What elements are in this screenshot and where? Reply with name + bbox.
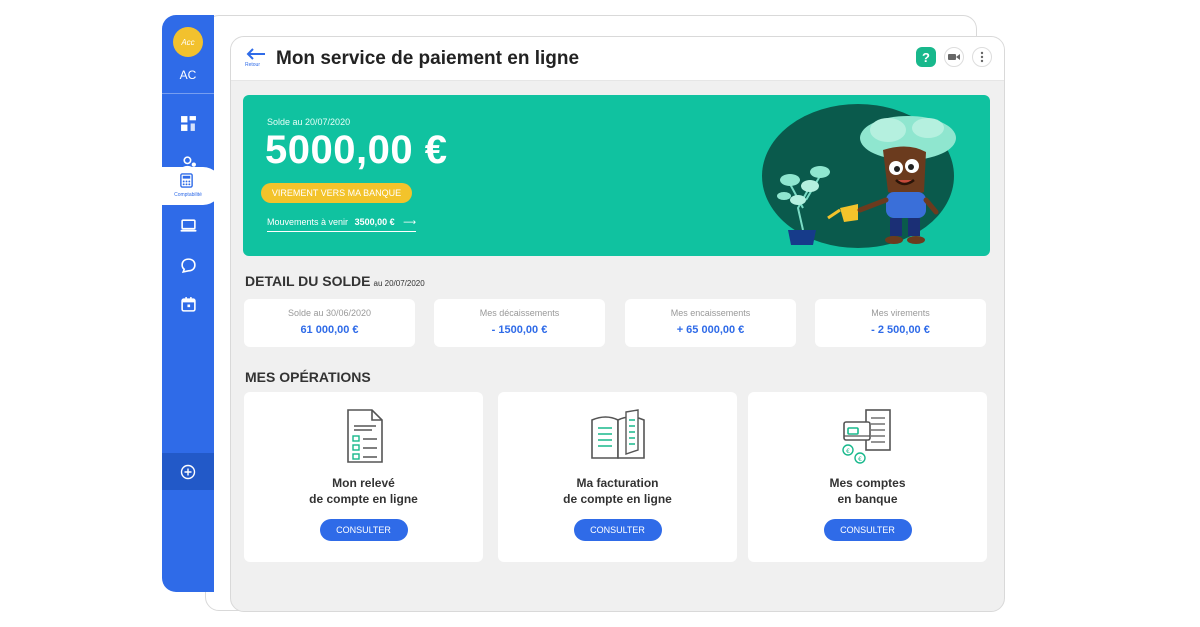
- operation-card-billing: Ma facturation de compte en ligne CONSUL…: [498, 392, 737, 562]
- sidebar-item-dashboard[interactable]: [162, 108, 214, 138]
- app-logo[interactable]: Acc: [173, 27, 203, 57]
- consult-statement-button[interactable]: CONSULTER: [319, 519, 408, 541]
- svg-text:€: €: [846, 448, 850, 455]
- laptop-icon: [180, 218, 196, 232]
- arrow-left-icon: [246, 48, 265, 60]
- transfer-to-bank-button[interactable]: VIREMENT VERS MA BANQUE: [261, 183, 412, 203]
- sidebar-item-calendar[interactable]: [162, 289, 214, 319]
- back-label: Retour: [245, 62, 261, 68]
- page-header: Retour Mon service de paiement en ligne …: [231, 37, 1004, 81]
- balance-amount: 5000,00 €: [265, 128, 448, 172]
- page-title: Mon service de paiement en ligne: [276, 48, 580, 69]
- stat-value: - 2 500,00 €: [871, 324, 930, 336]
- operation-title-line2: en banque: [837, 492, 898, 506]
- operation-title-line2: de compte en ligne: [309, 492, 418, 506]
- stat-card-receipts: Mes encaissements + 65 000,00 €: [625, 299, 796, 347]
- tree-character-illustration: [762, 104, 956, 248]
- stat-card-transfers: Mes virements - 2 500,00 €: [815, 299, 986, 347]
- balance-detail-date: au 20/07/2020: [373, 279, 425, 288]
- video-camera-icon: [948, 54, 960, 60]
- chat-icon: [180, 257, 196, 273]
- stat-label: Solde au 30/06/2020: [287, 308, 372, 318]
- stat-value: + 65 000,00 €: [676, 324, 745, 336]
- operation-title-line1: Ma facturation: [576, 476, 659, 490]
- svg-text:€: €: [858, 456, 862, 463]
- statement-document-icon: [346, 409, 383, 463]
- balance-banner: Solde au 20/07/2020 5000,00 € VIREMENT V…: [243, 95, 990, 256]
- dashboard-icon: [180, 115, 196, 131]
- stat-label: Mes décaissements: [479, 308, 560, 318]
- balance-detail-heading: DETAIL DU SOLDE: [245, 273, 371, 289]
- stat-value: - 1500,00 €: [491, 324, 548, 336]
- operation-card-statement: Mon relevé de compte en ligne CONSULTER: [244, 392, 483, 562]
- upcoming-amount: 3500,00 €: [354, 217, 395, 227]
- open-book-icon: [590, 409, 645, 459]
- user-initials[interactable]: AC: [162, 68, 214, 82]
- stat-card-opening-balance: Solde au 30/06/2020 61 000,00 €: [244, 299, 415, 347]
- back-button[interactable]: Retour: [245, 47, 271, 71]
- sidebar-divider: [162, 93, 214, 94]
- bank-cards-icon: € €: [841, 409, 891, 464]
- vertical-dots-icon: [980, 51, 984, 63]
- consult-bank-accounts-button[interactable]: CONSULTER: [823, 519, 912, 541]
- operation-title-line1: Mon relevé: [332, 476, 395, 490]
- help-button[interactable]: ?: [916, 47, 936, 67]
- upcoming-label: Mouvements à venir: [267, 217, 349, 227]
- sidebar-item-chat[interactable]: [162, 250, 214, 280]
- main-panel: Retour Mon service de paiement en ligne …: [230, 36, 1005, 612]
- operations-title: MES OPÉRATIONS: [245, 369, 371, 385]
- balance-date: Solde au 20/07/2020: [267, 117, 351, 127]
- header-actions: ?: [916, 47, 992, 67]
- operation-title-line2: de compte en ligne: [563, 492, 672, 506]
- arrow-right-icon: ⟶: [403, 217, 417, 227]
- video-button[interactable]: [944, 47, 964, 67]
- sidebar-add-button[interactable]: [162, 453, 214, 490]
- sidebar-item-label: Comptabilité: [174, 192, 202, 198]
- add-icon: [180, 464, 196, 479]
- upcoming-movements-link[interactable]: Mouvements à venir 3500,00 € ⟶: [267, 217, 417, 232]
- stat-value: 61 000,00 €: [300, 324, 359, 336]
- sidebar: Acc AC Comptabilité: [162, 15, 222, 592]
- operation-card-bank-accounts: € € Mes comptes en banque CONSULTER: [748, 392, 987, 562]
- sidebar-item-laptop[interactable]: [162, 210, 214, 240]
- stat-card-disbursements: Mes décaissements - 1500,00 €: [434, 299, 605, 347]
- calculator-icon: [180, 173, 193, 188]
- stat-label: Mes encaissements: [670, 308, 751, 318]
- balance-detail-title: DETAIL DU SOLDE au 20/07/2020: [245, 273, 425, 289]
- calendar-icon: [180, 296, 196, 312]
- sidebar-item-comptabilite[interactable]: Comptabilité: [162, 167, 222, 205]
- consult-billing-button[interactable]: CONSULTER: [573, 519, 662, 541]
- stat-label: Mes virements: [871, 308, 930, 318]
- more-options-button[interactable]: [972, 47, 992, 67]
- operation-title-line1: Mes comptes: [829, 476, 906, 490]
